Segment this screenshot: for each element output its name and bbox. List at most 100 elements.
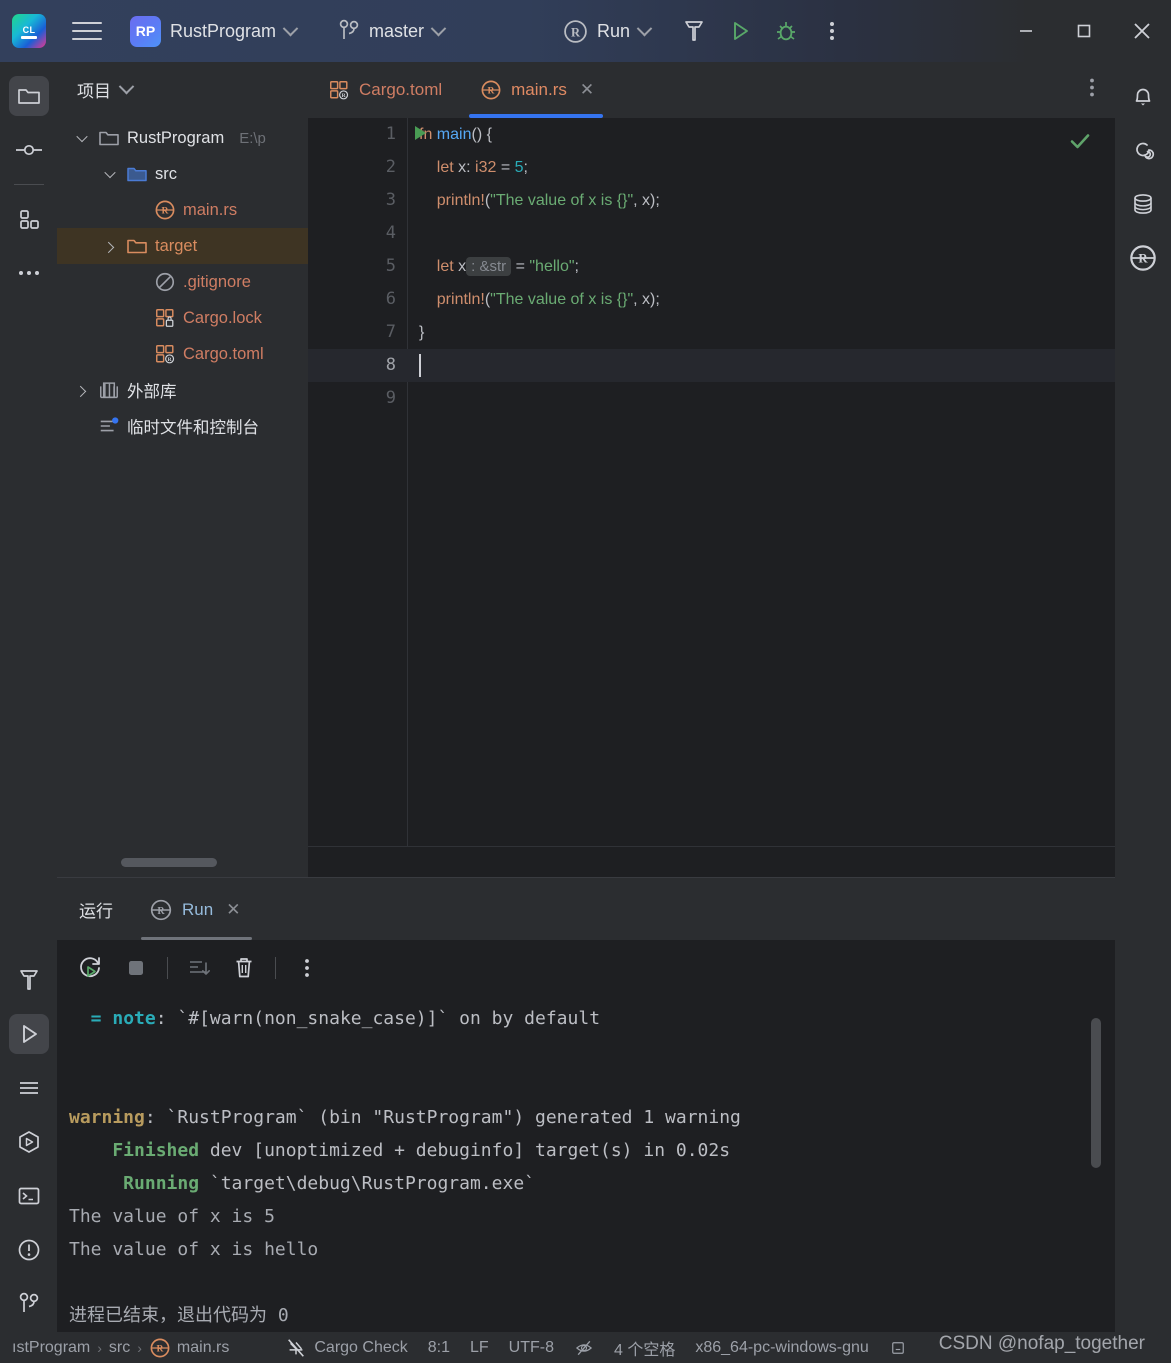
- tab-run-close-icon[interactable]: ✕: [226, 900, 240, 920]
- tree-item-RustProgram[interactable]: RustProgram E:\p: [57, 120, 308, 156]
- toolchain-target-label: x86_64-pc-windows-gnu: [695, 1338, 869, 1356]
- hamburger-menu-icon[interactable]: [72, 18, 102, 44]
- code-token: () {: [471, 126, 492, 143]
- rust-file-icon: R: [149, 1337, 171, 1359]
- sidebar-item-run[interactable]: [8, 1014, 49, 1054]
- close-button[interactable]: [1113, 0, 1171, 62]
- chevron-down-icon[interactable]: [73, 130, 91, 143]
- tab-run[interactable]: R Run ✕: [135, 898, 258, 940]
- sidebar-item-problems[interactable]: [9, 1230, 49, 1270]
- tab-main.rs[interactable]: Rmain.rs ✕: [460, 62, 612, 118]
- sidebar-item-commit[interactable]: [9, 130, 49, 170]
- tab-Cargo.toml[interactable]: R Cargo.toml: [308, 62, 460, 118]
- run-button[interactable]: [720, 11, 760, 51]
- sidebar-item-todo[interactable]: [9, 1068, 49, 1108]
- tree-item-.gitignore[interactable]: .gitignore: [57, 264, 308, 300]
- soft-wrap-button[interactable]: [179, 948, 219, 988]
- build-button[interactable]: [674, 11, 714, 51]
- code-line[interactable]: 6 println!("The value of x is {}", x);: [308, 283, 1115, 316]
- run-console-output[interactable]: = note: `#[warn(non_snake_case)]` on by …: [57, 996, 1115, 1333]
- tree-item-外部库[interactable]: 外部库: [57, 372, 308, 408]
- breadcrumb-separator: ›: [97, 1339, 102, 1356]
- sidebar-item-notifications[interactable]: [1123, 76, 1163, 116]
- caret-position-label: 8:1: [427, 1338, 450, 1356]
- code-token: 5: [514, 159, 524, 176]
- run-triangle-icon[interactable]: [415, 126, 426, 140]
- editor-tabs-more-button[interactable]: [1089, 77, 1095, 104]
- chevron-right-icon[interactable]: [73, 385, 91, 398]
- toolchain-target[interactable]: x86_64-pc-windows-gnu: [695, 1339, 868, 1357]
- console-segment: : `#[warn(non_snake_case)]` on by defaul…: [155, 1008, 601, 1029]
- project-selector[interactable]: RP RustProgram: [130, 15, 299, 47]
- folder-orange-icon: [127, 239, 147, 254]
- folder-blue-icon: [127, 167, 147, 182]
- sidebar-item-terminal[interactable]: [9, 1176, 49, 1216]
- run-configuration-selector[interactable]: R Run: [563, 19, 653, 44]
- chevron-down-icon[interactable]: [101, 166, 119, 179]
- tree-item-Cargo.lock[interactable]: Cargo.lock: [57, 300, 308, 336]
- more-actions-button[interactable]: [812, 11, 852, 51]
- clear-all-button[interactable]: [224, 948, 264, 988]
- memory-indicator[interactable]: [889, 1339, 907, 1357]
- code-line[interactable]: 9: [308, 382, 1115, 415]
- sidebar-item-debug[interactable]: [9, 1122, 49, 1162]
- project-tree-hscrollbar[interactable]: [121, 858, 217, 867]
- stop-button[interactable]: [116, 948, 156, 988]
- inspection-status-widget[interactable]: [1067, 128, 1093, 159]
- chevron-right-icon[interactable]: [101, 241, 119, 254]
- branch-selector[interactable]: master: [338, 18, 447, 44]
- eye-off-icon: [575, 1340, 593, 1355]
- file-encoding[interactable]: UTF-8: [509, 1339, 554, 1357]
- tree-item-target[interactable]: target: [57, 228, 308, 264]
- line-separator[interactable]: LF: [470, 1339, 489, 1357]
- tree-item-label: .gitignore: [183, 272, 251, 291]
- code-line[interactable]: 4: [308, 217, 1115, 250]
- code-line[interactable]: 8: [308, 349, 1115, 382]
- project-panel-header[interactable]: 项目: [57, 62, 308, 116]
- sidebar-item-project[interactable]: [8, 76, 49, 116]
- breadcrumb-item[interactable]: ıstProgram: [12, 1339, 90, 1357]
- breadcrumb[interactable]: ıstProgram › src › Rmain.rs: [12, 1337, 229, 1359]
- git-branch-icon: [339, 19, 359, 39]
- sidebar-item-rust[interactable]: R: [1123, 238, 1163, 278]
- tree-item-src[interactable]: src: [57, 156, 308, 192]
- console-line: 进程已结束，退出代码为 0: [69, 1299, 1115, 1332]
- memory-icon: [889, 1339, 907, 1357]
- breadcrumb-item[interactable]: src: [109, 1339, 130, 1357]
- more-options-button[interactable]: [287, 948, 327, 988]
- code-line[interactable]: 2 let x: i32 = 5;: [308, 151, 1115, 184]
- left-tool-rail: [0, 62, 57, 1332]
- code-line[interactable]: 3 println!("The value of x is {}", x);: [308, 184, 1115, 217]
- project-tree[interactable]: RustProgram E:\p src Rmain.rs target .gitigno…: [57, 116, 308, 444]
- cargo-check-status[interactable]: Cargo Check: [285, 1337, 408, 1359]
- debug-button[interactable]: [766, 11, 806, 51]
- rust-file-icon: R: [481, 80, 501, 100]
- console-vscrollbar[interactable]: [1091, 1018, 1101, 1168]
- sidebar-item-more[interactable]: [9, 253, 49, 293]
- editor-code[interactable]: 1 fn main() {2 let x: i32 = 5; 3 println!(…: [308, 118, 1115, 415]
- reader-mode[interactable]: [574, 1338, 594, 1358]
- indent-setting[interactable]: 4 个空格: [614, 1336, 675, 1360]
- minimize-button[interactable]: [997, 0, 1055, 62]
- caret-position[interactable]: 8:1: [428, 1339, 450, 1357]
- breadcrumb-item[interactable]: Rmain.rs: [149, 1337, 229, 1359]
- tree-item-main.rs[interactable]: Rmain.rs: [57, 192, 308, 228]
- sidebar-item-version-control[interactable]: [9, 1284, 49, 1324]
- code-line[interactable]: 5 let x: &str = "hello";: [308, 250, 1115, 283]
- sidebar-item-ai-assistant[interactable]: [1123, 130, 1163, 170]
- code-line[interactable]: 1 fn main() {: [308, 118, 1115, 151]
- tree-item-临时文件和控制台[interactable]: 临时文件和控制台: [57, 408, 308, 444]
- tree-item-Cargo.toml[interactable]: R Cargo.toml: [57, 336, 308, 372]
- sidebar-item-database[interactable]: [1123, 184, 1163, 224]
- tab-close-icon[interactable]: ✕: [580, 80, 594, 100]
- code-line[interactable]: 7}: [308, 316, 1115, 349]
- editor-body[interactable]: 1 fn main() {2 let x: i32 = 5; 3 println!(…: [308, 118, 1115, 877]
- maximize-button[interactable]: [1055, 0, 1113, 62]
- rerun-button[interactable]: [71, 948, 111, 988]
- sidebar-item-build[interactable]: [9, 960, 49, 1000]
- chevron-down-icon[interactable]: [118, 78, 135, 94]
- sidebar-item-structure[interactable]: [9, 199, 49, 239]
